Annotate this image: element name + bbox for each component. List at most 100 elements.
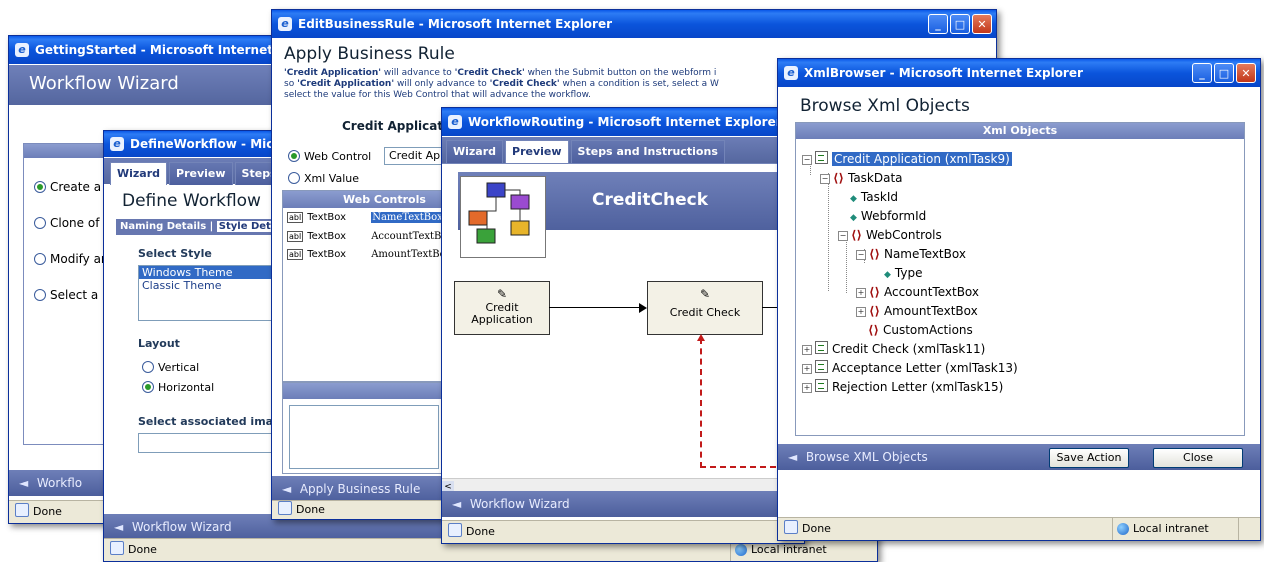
back-arrow-icon[interactable]: ◄: [788, 444, 802, 470]
maximize-button[interactable]: □: [1214, 63, 1234, 83]
window-controls: _ □ ✕: [1192, 63, 1256, 84]
collapse-icon[interactable]: −: [820, 174, 830, 184]
option-clone[interactable]: Clone of: [34, 216, 99, 230]
radio-icon[interactable]: [34, 253, 46, 265]
expand-icon[interactable]: +: [856, 307, 866, 317]
grid-row[interactable]: abl TextBox AccountTextBo: [287, 231, 447, 242]
tree-item-amounttextbox[interactable]: + ⟨⟩ AmountTextBox: [856, 303, 978, 319]
task-icon: [815, 341, 828, 354]
expand-icon[interactable]: +: [802, 345, 812, 355]
collapse-icon[interactable]: −: [856, 250, 866, 260]
back-arrow-icon[interactable]: ◄: [114, 514, 128, 540]
radio-icon[interactable]: [34, 289, 46, 301]
web-controls-grid: Web Controls abl TextBox NameTextBox abl Te…: [282, 190, 447, 382]
tree-item-customactions[interactable]: ⟨⟩ CustomActions: [868, 322, 973, 338]
minimize-button[interactable]: _: [928, 14, 948, 34]
collapse-icon[interactable]: −: [838, 231, 848, 241]
radio-icon[interactable]: [142, 381, 154, 393]
tree-item-type[interactable]: ◆ Type: [884, 265, 922, 283]
value-textarea[interactable]: [289, 405, 439, 469]
tree-item-taskdata[interactable]: − ⟨⟩ TaskData: [820, 170, 903, 186]
expand-icon[interactable]: +: [802, 364, 812, 374]
footer-label: Workflo: [36, 476, 83, 490]
back-arrow-icon[interactable]: ◄: [452, 491, 466, 517]
maximize-button[interactable]: □: [950, 14, 970, 34]
tree-item-nametextbox[interactable]: − ⟨⟩ NameTextBox: [856, 246, 966, 262]
tree-item-webcontrols[interactable]: − ⟨⟩ WebControls: [838, 227, 942, 243]
task-icon: [815, 360, 828, 373]
tree-item-accounttextbox[interactable]: + ⟨⟩ AccountTextBox: [856, 284, 979, 300]
tree-item-rejection-letter[interactable]: + Rejection Letter (xmlTask15): [802, 379, 1003, 395]
minimize-button[interactable]: _: [1192, 63, 1212, 83]
grid-row[interactable]: abl TextBox AmountTextBo: [287, 249, 446, 260]
titlebar[interactable]: e XmlBrowser - Microsoft Internet Explor…: [778, 59, 1260, 87]
resize-grip[interactable]: [1238, 518, 1259, 540]
radio-icon[interactable]: [288, 150, 300, 162]
tabs: Wizard Preview Steps and Instructions: [446, 140, 727, 163]
tree-guide: [828, 173, 829, 291]
option-modify[interactable]: Modify ar: [34, 252, 106, 266]
node-label: Credit Check: [669, 306, 741, 319]
close-button[interactable]: ✕: [1236, 63, 1256, 83]
titlebar[interactable]: e GettingStarted - Microsoft Internet E: [9, 36, 309, 64]
close-action-button[interactable]: Close: [1153, 448, 1243, 468]
grid-row[interactable]: abl TextBox NameTextBox: [287, 212, 444, 223]
subtab-style[interactable]: Style Det: [216, 221, 273, 232]
tree-item-credit-application[interactable]: − Credit Application (xmlTask9): [802, 151, 1012, 167]
titlebar[interactable]: e EditBusinessRule - Microsoft Internet …: [272, 10, 996, 38]
footer-bar: ◄ Workflow Wizard: [442, 491, 804, 517]
option-create[interactable]: Create a: [34, 180, 101, 194]
collapse-icon[interactable]: −: [802, 155, 812, 165]
radio-icon[interactable]: [288, 172, 300, 184]
pencil-icon: ✎: [699, 287, 711, 301]
element-icon: ⟨⟩: [869, 304, 880, 318]
h-scrollbar[interactable]: <: [442, 478, 804, 493]
page-icon: [278, 501, 292, 515]
style-listbox[interactable]: Windows Theme Classic Theme: [138, 265, 280, 321]
option-select[interactable]: Select a: [34, 288, 98, 302]
expand-icon[interactable]: +: [802, 383, 812, 393]
tree-item-taskid[interactable]: ◆ TaskId: [850, 189, 898, 207]
window-title: WorkflowRouting - Microsoft Internet Exp…: [468, 115, 782, 129]
radio-xml-value[interactable]: Xml Value: [288, 172, 359, 185]
back-arrow-icon[interactable]: ◄: [282, 476, 296, 502]
tab-preview[interactable]: Preview: [169, 162, 233, 185]
style-option-classic[interactable]: Classic Theme: [139, 279, 279, 292]
status-bar: Done: [442, 520, 804, 543]
style-option-windows[interactable]: Windows Theme: [139, 266, 279, 279]
layout-label: Layout: [138, 337, 180, 350]
window-workflow-routing: e WorkflowRouting - Microsoft Internet E…: [441, 107, 805, 544]
back-arrow-icon[interactable]: ◄: [19, 470, 33, 496]
element-icon: ⟨⟩: [851, 228, 862, 242]
tree-item-credit-check[interactable]: + Credit Check (xmlTask11): [802, 341, 985, 357]
node-credit-application[interactable]: ✎ Credit Application: [454, 281, 550, 335]
image-input[interactable]: [138, 433, 280, 453]
expand-icon[interactable]: +: [856, 288, 866, 298]
close-button[interactable]: ✕: [972, 14, 992, 34]
radio-icon[interactable]: [34, 217, 46, 229]
attribute-icon: ◆: [884, 270, 891, 280]
tree-item-webformid[interactable]: ◆ WebformId: [850, 208, 926, 226]
subtab-strip: Naming Details | Style Det: [116, 219, 280, 235]
footer-label: Browse XML Objects: [805, 450, 928, 464]
tab-wizard[interactable]: Wizard: [446, 140, 504, 163]
tabs: Wizard Preview Steps: [110, 162, 286, 185]
window-xml-browser: e XmlBrowser - Microsoft Internet Explor…: [777, 58, 1261, 541]
tab-preview[interactable]: Preview: [505, 140, 569, 163]
layout-horizontal[interactable]: Horizontal: [142, 381, 214, 394]
globe-icon: [1117, 523, 1129, 535]
radio-icon[interactable]: [142, 361, 154, 373]
panel-header: Xml Objects: [796, 123, 1244, 139]
tab-steps[interactable]: Steps and Instructions: [570, 140, 725, 163]
subtab-naming[interactable]: Naming Details: [120, 221, 206, 232]
tab-wizard[interactable]: Wizard: [110, 162, 168, 185]
layout-vertical[interactable]: Vertical: [142, 361, 199, 374]
status-text: Done: [802, 522, 831, 535]
node-credit-check[interactable]: ✎ Credit Check: [647, 281, 763, 335]
titlebar[interactable]: e WorkflowRouting - Microsoft Internet E…: [442, 108, 804, 136]
save-action-button[interactable]: Save Action: [1049, 448, 1129, 468]
attribute-icon: ◆: [850, 194, 857, 204]
tree-item-acceptance-letter[interactable]: + Acceptance Letter (xmlTask13): [802, 360, 1018, 376]
radio-web-control[interactable]: Web Control: [288, 150, 371, 163]
radio-icon[interactable]: [34, 181, 46, 193]
